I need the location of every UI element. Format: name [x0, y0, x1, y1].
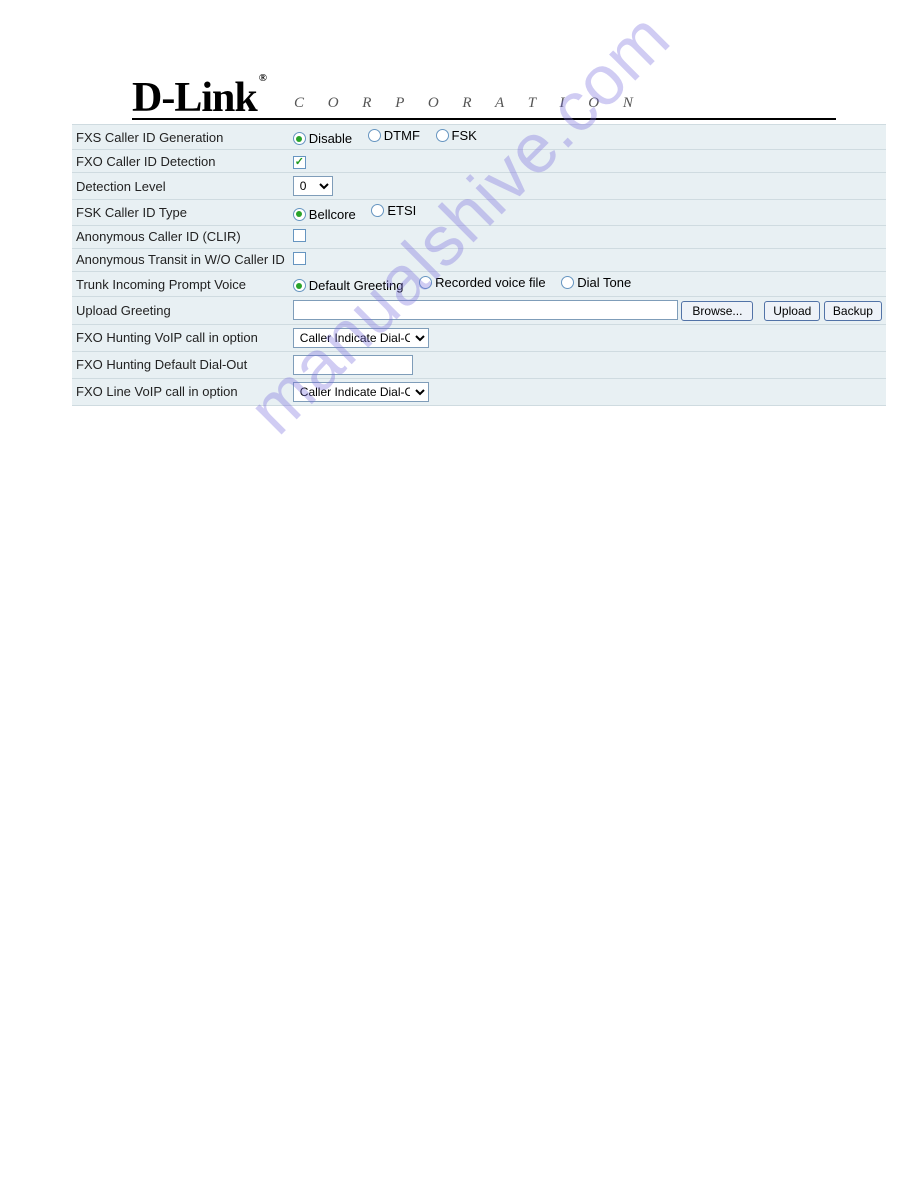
- checkbox-anon-transit[interactable]: [293, 252, 306, 265]
- radio-default-greeting[interactable]: [293, 279, 306, 292]
- label-fsk-type: FSK Caller ID Type: [72, 200, 289, 226]
- radio-dtmf[interactable]: [368, 129, 381, 142]
- brand-subtitle: C O R P O R A T I O N: [294, 95, 643, 118]
- row-fxo-hunting-option: FXO Hunting VoIP call in option Caller I…: [72, 324, 886, 351]
- radio-recorded-label: Recorded voice file: [435, 275, 546, 290]
- select-fxo-hunt-opt[interactable]: Caller Indicate Dial-Out: [293, 328, 429, 348]
- label-fxo-line-opt: FXO Line VoIP call in option: [72, 378, 289, 405]
- row-fxo-caller-id-detection: FXO Caller ID Detection: [72, 150, 886, 173]
- label-fxo-det: FXO Caller ID Detection: [72, 150, 289, 173]
- radio-bellcore-wrap[interactable]: Bellcore: [293, 207, 356, 222]
- label-anon-clir: Anonymous Caller ID (CLIR): [72, 225, 289, 248]
- select-fxo-line-opt[interactable]: Caller Indicate Dial-Out: [293, 382, 429, 402]
- checkbox-anon-clir[interactable]: [293, 229, 306, 242]
- radio-bellcore[interactable]: [293, 208, 306, 221]
- radio-dtmf-wrap[interactable]: DTMF: [368, 128, 420, 143]
- row-trunk-prompt: Trunk Incoming Prompt Voice Default Gree…: [72, 271, 886, 297]
- label-upload-greet: Upload Greeting: [72, 297, 289, 325]
- brand-logo: D-Link®: [132, 80, 264, 118]
- header: D-Link® C O R P O R A T I O N: [132, 80, 836, 120]
- radio-disable-wrap[interactable]: Disable: [293, 131, 352, 146]
- radio-dialtone-label: Dial Tone: [577, 275, 631, 290]
- radio-etsi-wrap[interactable]: ETSI: [371, 203, 416, 218]
- row-detection-level: Detection Level 0: [72, 173, 886, 200]
- settings-table: FXS Caller ID Generation Disable DTMF FS…: [72, 124, 886, 406]
- radio-default-greeting-wrap[interactable]: Default Greeting: [293, 278, 404, 293]
- radio-fsk-wrap[interactable]: FSK: [436, 128, 477, 143]
- radio-fsk-label: FSK: [452, 128, 477, 143]
- upload-button[interactable]: Upload: [764, 301, 820, 321]
- row-fxo-line-option: FXO Line VoIP call in option Caller Indi…: [72, 378, 886, 405]
- radio-fsk[interactable]: [436, 129, 449, 142]
- radio-recorded-wrap[interactable]: Recorded voice file: [419, 275, 546, 290]
- label-fxo-hunt-opt: FXO Hunting VoIP call in option: [72, 324, 289, 351]
- row-fxo-hunting-default: FXO Hunting Default Dial-Out: [72, 351, 886, 378]
- browse-button[interactable]: Browse...: [681, 301, 753, 321]
- row-fxs-caller-id-generation: FXS Caller ID Generation Disable DTMF FS…: [72, 124, 886, 150]
- row-anonymous-clir: Anonymous Caller ID (CLIR): [72, 225, 886, 248]
- backup-button[interactable]: Backup: [824, 301, 882, 321]
- brand-name: D-Link: [132, 75, 257, 121]
- row-upload-greeting: Upload Greeting Browse... Upload Backup: [72, 297, 886, 325]
- input-fxo-hunt-def[interactable]: [293, 355, 413, 375]
- row-anonymous-transit: Anonymous Transit in W/O Caller ID: [72, 248, 886, 271]
- checkbox-fxo-det[interactable]: [293, 156, 306, 169]
- radio-default-greeting-label: Default Greeting: [309, 278, 404, 293]
- radio-disable[interactable]: [293, 132, 306, 145]
- label-trunk-prompt: Trunk Incoming Prompt Voice: [72, 271, 289, 297]
- radio-dialtone-wrap[interactable]: Dial Tone: [561, 275, 631, 290]
- label-fxo-hunt-def: FXO Hunting Default Dial-Out: [72, 351, 289, 378]
- radio-recorded[interactable]: [419, 276, 432, 289]
- input-upload-path[interactable]: [293, 300, 678, 320]
- registered-mark: ®: [259, 72, 266, 84]
- radio-etsi-label: ETSI: [387, 203, 416, 218]
- row-fsk-caller-id-type: FSK Caller ID Type Bellcore ETSI: [72, 200, 886, 226]
- label-anon-transit: Anonymous Transit in W/O Caller ID: [72, 248, 289, 271]
- radio-dtmf-label: DTMF: [384, 128, 420, 143]
- radio-etsi[interactable]: [371, 204, 384, 217]
- radio-disable-label: Disable: [309, 131, 352, 146]
- label-det-level: Detection Level: [72, 173, 289, 200]
- label-fxs-gen: FXS Caller ID Generation: [72, 124, 289, 150]
- radio-dialtone[interactable]: [561, 276, 574, 289]
- radio-bellcore-label: Bellcore: [309, 207, 356, 222]
- select-detection-level[interactable]: 0: [293, 176, 333, 196]
